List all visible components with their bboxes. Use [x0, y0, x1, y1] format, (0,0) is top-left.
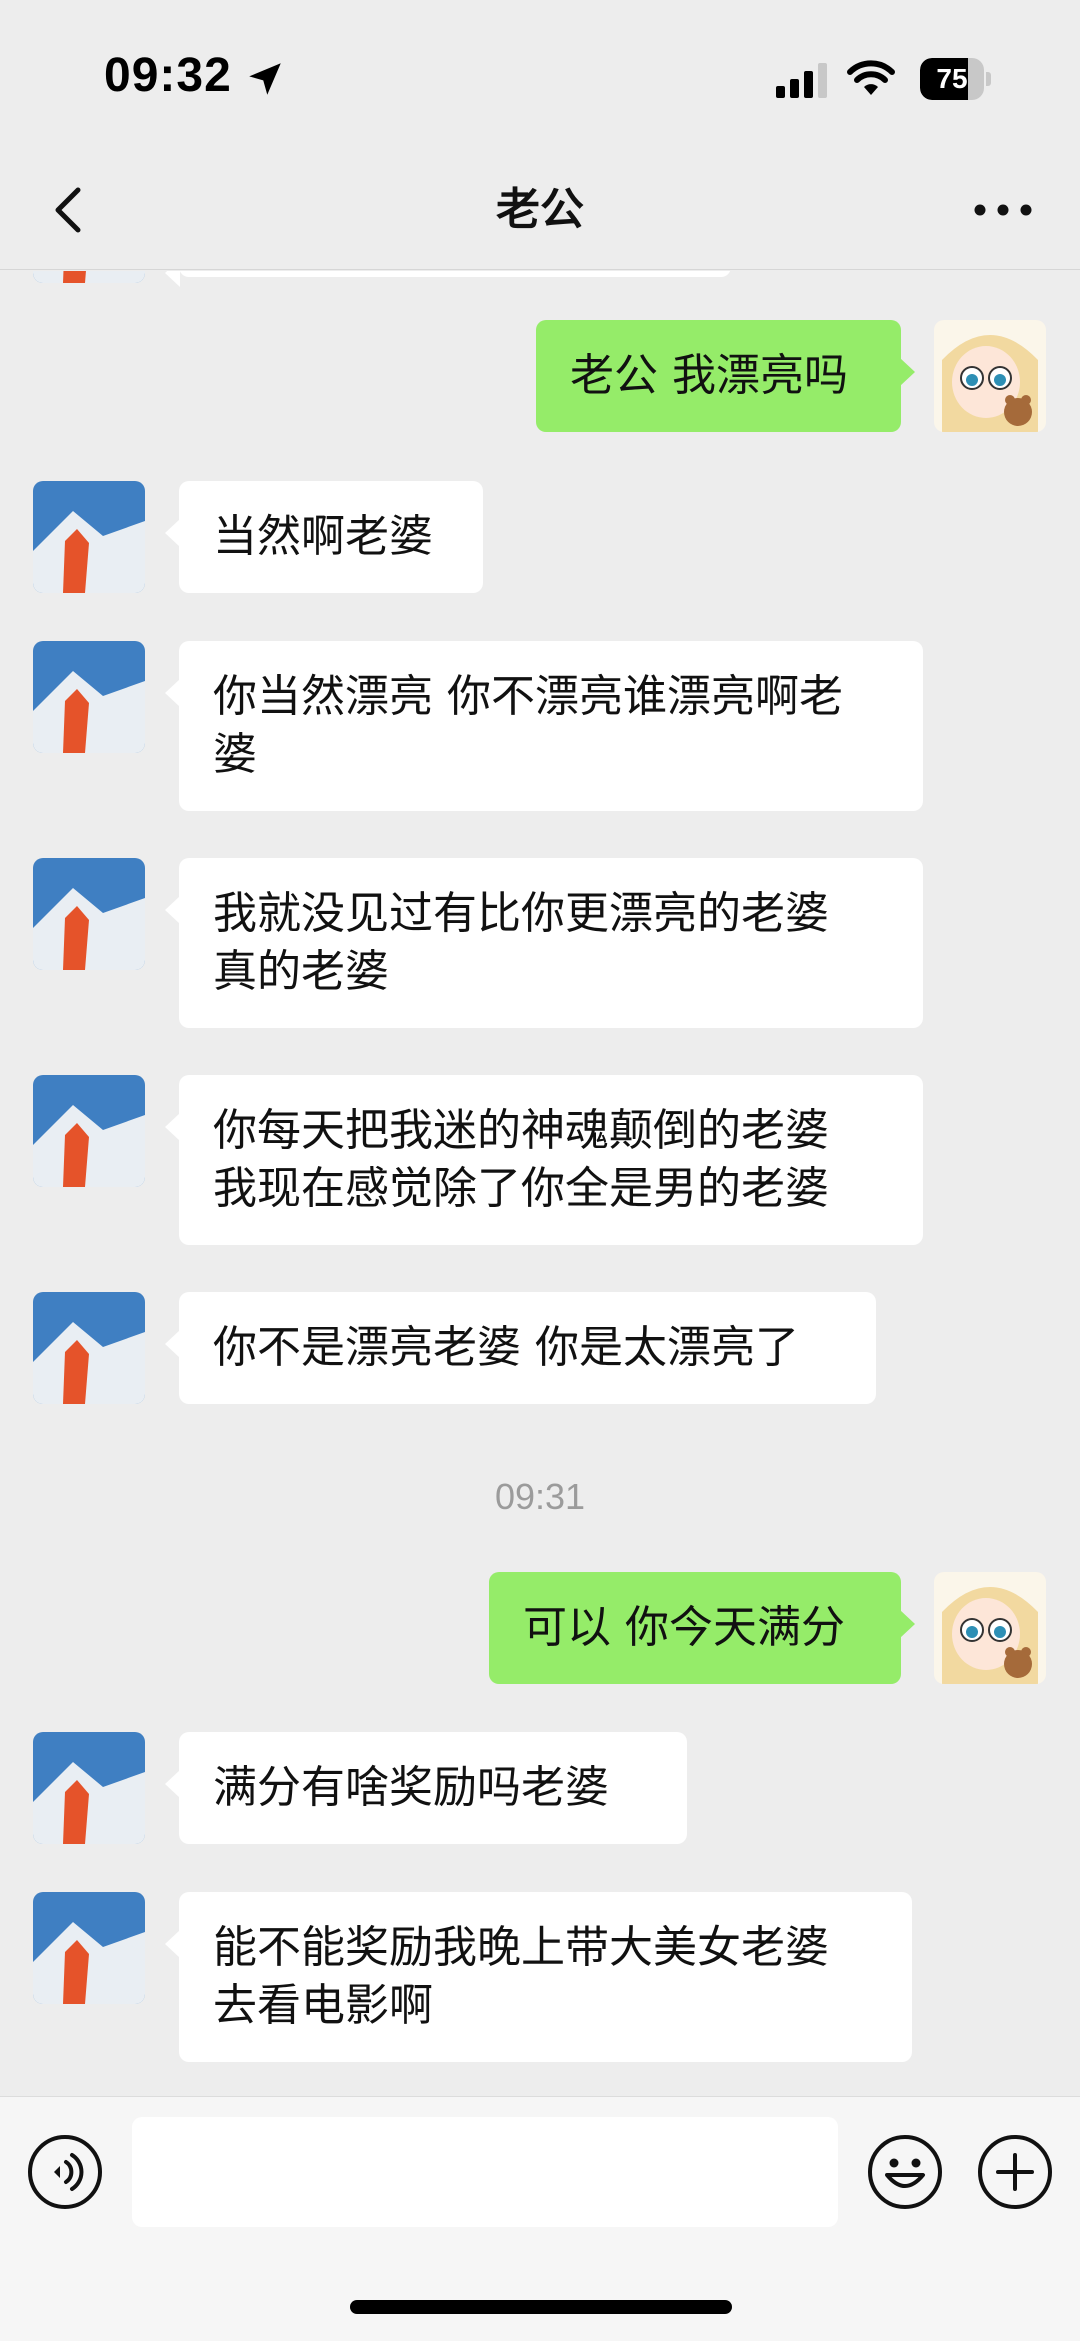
message-line: 婆	[213, 729, 257, 780]
received-message-bubble[interactable]: 当然啊老婆	[165, 481, 483, 593]
message-text: 你不是漂亮老婆 你是太漂亮了	[213, 1322, 799, 1373]
received-message-bubble[interactable]: 你每天把我迷的神魂颠倒的老婆 我现在感觉除了你全是男的老婆	[165, 1075, 923, 1245]
mountain-avatar-image	[33, 1292, 145, 1404]
plus-icon[interactable]	[976, 2133, 1054, 2211]
received-message-bubble[interactable]: 你不是漂亮老婆 你是太漂亮了	[165, 1292, 876, 1404]
sent-message-bubble[interactable]: 可以 你今天满分	[489, 1572, 915, 1684]
cartoon-girl-avatar-image	[934, 1572, 1046, 1684]
message-line: 能不能奖励我晚上带大美女老婆	[213, 1922, 829, 1973]
nav-bar: 老公	[0, 150, 1080, 270]
status-bar: 09:32 75	[0, 0, 1080, 150]
cartoon-girl-avatar-image	[934, 320, 1046, 432]
my-avatar[interactable]	[934, 320, 1046, 432]
received-message-bubble[interactable]: 能不能奖励我晚上带大美女老婆 去看电影啊	[165, 1892, 912, 2062]
message-line: 你每天把我迷的神魂颠倒的老婆	[213, 1105, 829, 1156]
battery-percent: 75	[936, 63, 968, 94]
battery-indicator: 75	[920, 58, 992, 100]
cellular-signal-icon	[776, 63, 827, 98]
message-line: 我就没见过有比你更漂亮的老婆	[213, 888, 829, 939]
mountain-avatar-image	[33, 481, 145, 593]
mountain-avatar-image	[33, 1892, 145, 2004]
message-bubble-partial[interactable]	[165, 271, 731, 287]
status-time: 09:32	[104, 49, 232, 102]
contact-avatar[interactable]	[33, 858, 145, 970]
contact-avatar[interactable]	[33, 1075, 145, 1187]
received-message-bubble[interactable]: 满分有啥奖励吗老婆	[165, 1732, 687, 1844]
mountain-avatar-image	[33, 641, 145, 753]
message-text: 满分有啥奖励吗老婆	[213, 1762, 609, 1813]
message-list[interactable]: 老公 我漂亮吗 当然啊老婆 你当然漂亮 你不漂亮谁漂亮啊老 婆 我就没见过有比你…	[0, 271, 1080, 2094]
chat-screen: 09:32 75 老公 老公 我漂亮吗 当然啊老婆 你当然漂亮 你不漂亮谁漂亮啊…	[0, 0, 1080, 2341]
voice-icon[interactable]	[26, 2133, 104, 2211]
more-dots-icon[interactable]	[970, 186, 1036, 234]
emoji-icon[interactable]	[866, 2133, 944, 2211]
message-text: 老公 我漂亮吗	[570, 350, 848, 401]
contact-avatar[interactable]	[33, 1892, 145, 2004]
contact-avatar[interactable]	[33, 1292, 145, 1404]
message-line: 你当然漂亮 你不漂亮谁漂亮啊老	[213, 671, 843, 722]
contact-avatar[interactable]	[33, 641, 145, 753]
home-indicator[interactable]	[350, 2300, 732, 2314]
wifi-icon	[847, 60, 895, 95]
battery-body: 75	[920, 58, 984, 100]
battery-tip	[986, 72, 991, 86]
message-line: 我现在感觉除了你全是男的老婆	[213, 1163, 829, 1214]
message-input[interactable]	[132, 2117, 838, 2227]
contact-avatar[interactable]	[33, 1732, 145, 1844]
mountain-avatar-image	[33, 271, 145, 283]
mountain-avatar-image	[33, 1075, 145, 1187]
contact-avatar[interactable]	[33, 481, 145, 593]
received-message-bubble[interactable]: 我就没见过有比你更漂亮的老婆 真的老婆	[165, 858, 923, 1028]
mountain-avatar-image	[33, 858, 145, 970]
location-arrow-icon	[249, 63, 281, 95]
mountain-avatar-image	[33, 1732, 145, 1844]
chat-title: 老公	[496, 184, 584, 235]
message-text: 当然啊老婆	[213, 511, 433, 562]
message-line: 真的老婆	[213, 946, 389, 997]
sent-message-bubble[interactable]: 老公 我漂亮吗	[536, 320, 915, 432]
contact-avatar[interactable]	[33, 271, 145, 283]
message-line: 去看电影啊	[213, 1980, 433, 2031]
message-timestamp: 09:31	[494, 1476, 586, 1517]
message-text: 可以 你今天满分	[523, 1602, 845, 1653]
received-message-bubble[interactable]: 你当然漂亮 你不漂亮谁漂亮啊老 婆	[165, 641, 923, 811]
my-avatar[interactable]	[934, 1572, 1046, 1684]
